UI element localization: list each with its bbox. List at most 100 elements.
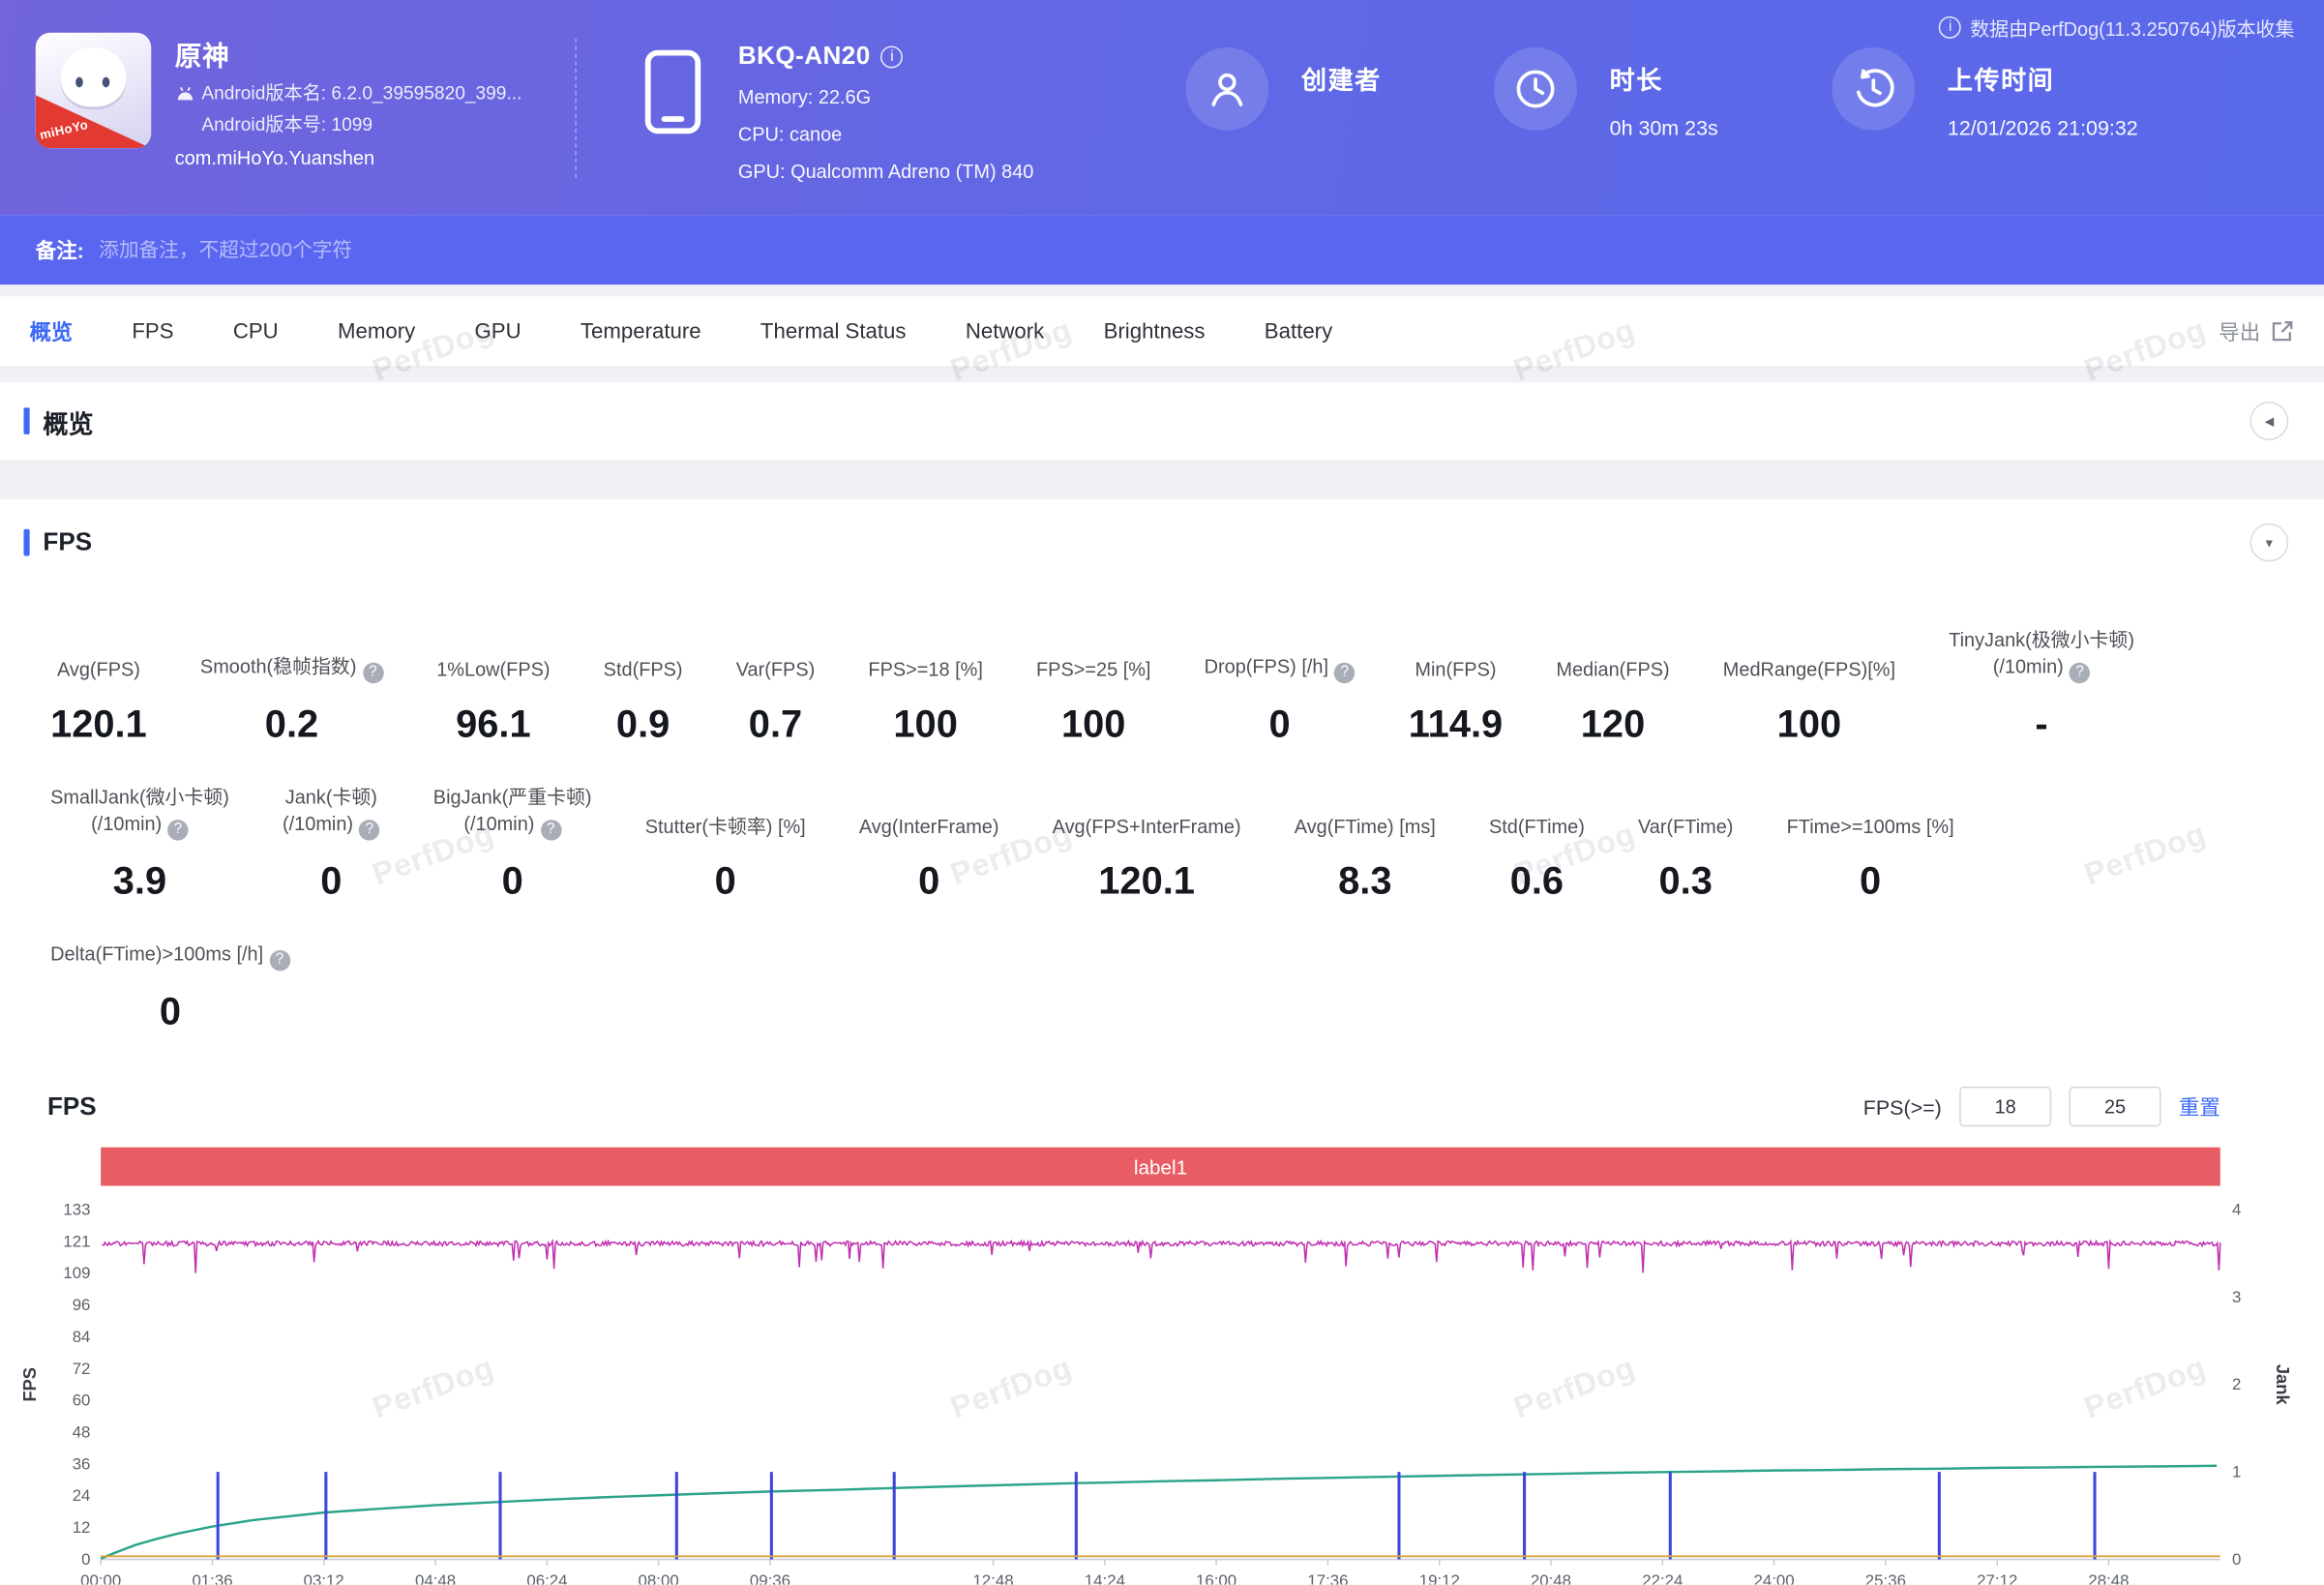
tab-bar-items: 概览 FPS CPU Memory GPU Temperature Thermal Stat… [30,315,1333,346]
export-icon [2269,318,2294,344]
svg-text:72: 72 [73,1360,91,1378]
svg-text:08:00: 08:00 [639,1571,679,1584]
device-info-icon[interactable] [880,45,903,68]
help-icon[interactable]: ? [1334,663,1355,683]
stat-label: Delta(FTime)>100ms [/h]? [50,942,290,972]
svg-text:04:48: 04:48 [415,1571,456,1584]
svg-text:27:12: 27:12 [1977,1571,2017,1584]
stat-value: 0.2 [265,702,318,746]
fps-section-header: FPS ▼ [0,499,2324,561]
tab-cpu[interactable]: CPU [233,319,279,344]
stat-stutter: Stutter(卡顿率) [%] 0 [645,814,806,903]
stat-label: Avg(InterFrame) [859,814,999,841]
tab-temperature[interactable]: Temperature [581,319,701,344]
stat-value: 0 [918,858,939,903]
help-icon[interactable]: ? [269,950,289,971]
stats-row: Avg(FPS)120.1Smooth(稳帧指数)?0.21%Low(FPS)9… [50,627,2324,746]
fps-chart-title: FPS [47,1092,97,1121]
stat-label: Drop(FPS) [/h]? [1205,654,1356,684]
chart-label-banner: label1 [101,1148,2220,1186]
stat-avg-fps-interframe: Avg(FPS+InterFrame)120.1 [1053,814,1241,903]
svg-text:60: 60 [73,1391,91,1410]
remark-bar: 备注: [0,215,2324,284]
app-package: com.miHoYo.Yuanshen [175,147,522,169]
stat-value: 100 [1777,702,1841,746]
collect-info: 数据由PerfDog(11.3.250764)版本收集 [1939,14,2294,42]
stat-label: Avg(FPS+InterFrame) [1053,814,1241,841]
device-block: BKQ-AN20 Memory: 22.6G CPU: canoe GPU: Q… [641,42,1034,190]
help-icon[interactable]: ? [541,820,561,840]
creator-block: 创建者 [1186,47,1382,131]
stat-label: Var(FTime) [1638,814,1733,841]
svg-text:36: 36 [73,1454,91,1473]
fps-collapse-button[interactable]: ▼ [2250,523,2288,562]
svg-text:2: 2 [2232,1375,2241,1393]
tab-idx-0[interactable]: 概览 [30,315,73,346]
help-icon[interactable]: ? [359,820,379,840]
stat-value: 100 [893,702,957,746]
reset-button[interactable]: 重置 [2179,1092,2220,1121]
svg-text:20:48: 20:48 [1531,1571,1571,1584]
svg-text:96: 96 [73,1296,91,1314]
collect-info-text: 数据由PerfDog(11.3.250764)版本收集 [1970,14,2294,42]
help-icon[interactable]: ? [363,663,383,683]
stat-value: 0 [1860,858,1881,903]
stat-std-ftime: Std(FTime)0.6 [1489,814,1585,903]
tab-network[interactable]: Network [966,319,1044,344]
stat-label: BigJank(严重卡顿)(/10min)? [433,784,592,840]
clock-icon [1494,47,1577,131]
stat-avg-interframe: Avg(InterFrame) 0 [859,814,999,903]
fps-threshold-group: FPS(>=) 重置 [1863,1087,2220,1126]
stat-value: 120.1 [50,702,147,746]
fps-threshold-low-input[interactable] [1959,1087,2051,1126]
stat-label: 1%Low(FPS) [436,657,550,684]
device-model: BKQ-AN20 [738,42,871,72]
perfdog-report-page: miHoYo 原神 Android版本名: 6.2.0_39595820_399… [0,0,2324,1585]
remark-input[interactable] [99,239,1047,261]
help-icon[interactable]: ? [2070,663,2090,683]
stat-value: 0 [715,858,736,903]
stat-label: SmallJank(微小卡顿)(/10min)? [50,784,229,840]
tab-fps[interactable]: FPS [132,319,173,344]
stat-label: Smooth(稳帧指数)? [200,654,383,684]
tab-battery[interactable]: Battery [1265,319,1332,344]
stat-std-fps: Std(FPS)0.9 [604,657,683,746]
fps-card: FPS ▼ Avg(FPS) 120.1 Smooth(稳帧指数)? 0.2 1%Low… [0,499,2324,1584]
export-button[interactable]: 导出 [2219,316,2294,346]
stat-label: TinyJank(极微小卡顿)(/10min)? [1949,627,2134,683]
overview-collapse-button[interactable]: ◀ [2250,402,2288,440]
stat-label: Avg(FPS) [57,657,140,684]
stat-value: 8.3 [1338,858,1391,903]
stat-label: Median(FPS) [1556,657,1669,684]
svg-text:19:12: 19:12 [1419,1571,1460,1584]
svg-text:24:00: 24:00 [1753,1571,1794,1584]
tab-gpu[interactable]: GPU [475,319,521,344]
fps-section-title: FPS [43,527,92,557]
stat-label: FPS>=25 [%] [1036,657,1150,684]
stat-label: Stutter(卡顿率) [%] [645,814,806,841]
stat-label: Avg(FTime) [ms] [1295,814,1436,841]
header-divider [575,39,577,178]
svg-text:28:48: 28:48 [2088,1571,2129,1584]
stat-min-fps: Min(FPS)114.9 [1409,657,1503,746]
fps-chart-svg: 012243648607284961091211330123400:0001:3… [0,1192,2324,1585]
upload-time-label: 上传时间 [1948,59,2138,96]
stat-value: 0 [1268,702,1290,746]
svg-text:14:24: 14:24 [1085,1571,1125,1584]
stat-value: 0.6 [1510,858,1564,903]
svg-text:121: 121 [63,1232,90,1250]
svg-text:01:36: 01:36 [192,1571,232,1584]
stat-value: 100 [1061,702,1125,746]
accent-bar [24,407,30,434]
fps-threshold-high-input[interactable] [2070,1087,2161,1126]
svg-text:03:12: 03:12 [304,1571,344,1584]
tab-thermal-status[interactable]: Thermal Status [760,319,907,344]
tab-brightness[interactable]: Brightness [1104,319,1206,344]
svg-text:133: 133 [63,1200,90,1218]
stat-smalljank: SmallJank(微小卡顿)(/10min)?3.9 [50,784,229,903]
tab-memory[interactable]: Memory [338,319,415,344]
svg-text:17:36: 17:36 [1307,1571,1348,1584]
stat-jank: Jank(卡顿)(/10min)?0 [283,784,380,903]
fps-threshold-label: FPS(>=) [1863,1094,1942,1119]
help-icon[interactable]: ? [167,820,188,840]
